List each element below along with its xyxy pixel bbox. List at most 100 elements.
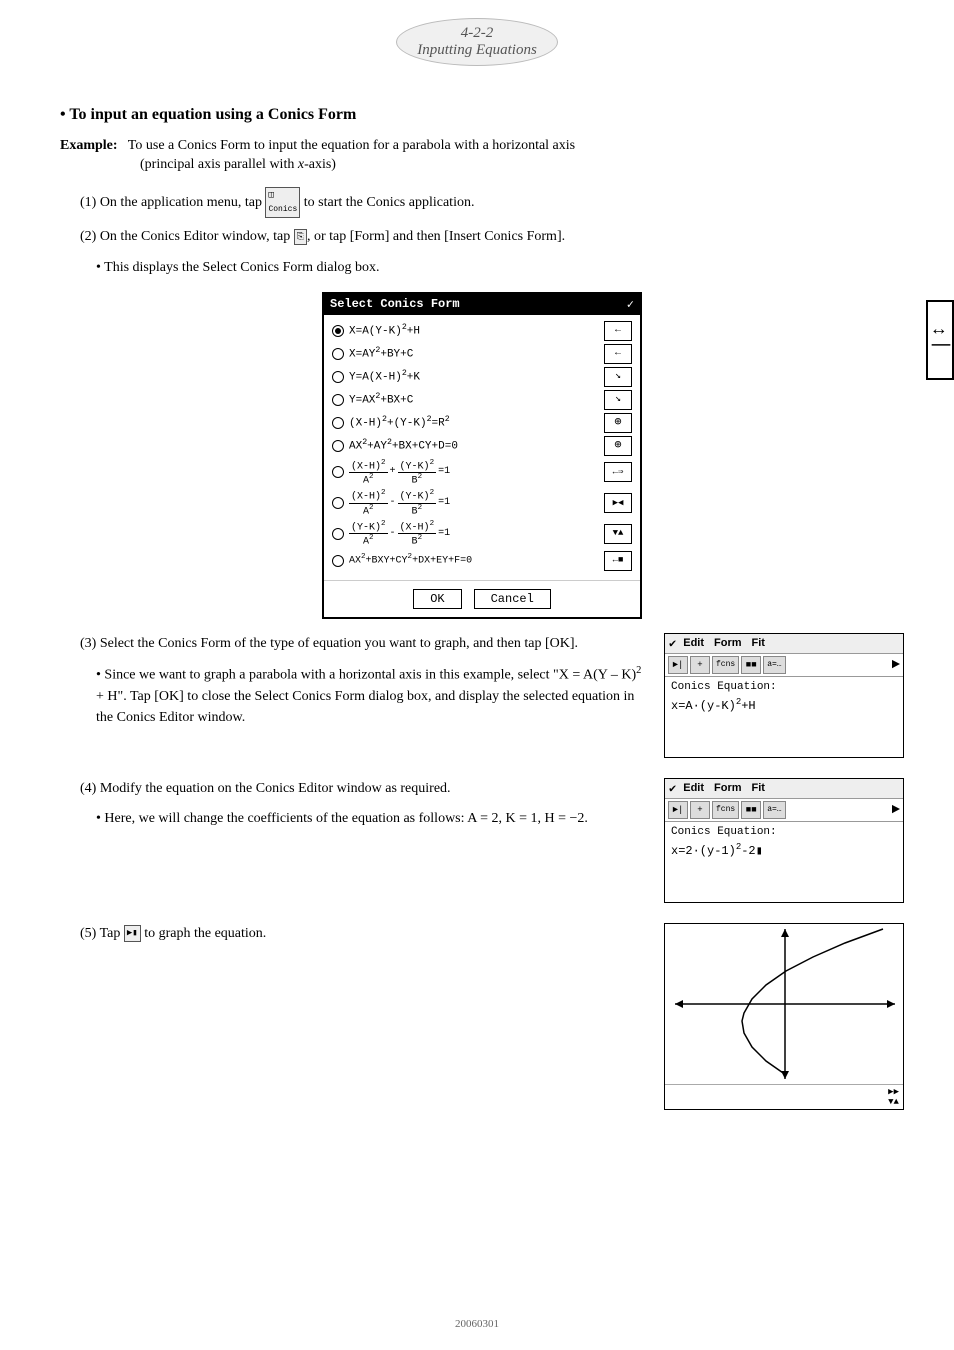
toolbar-btn-2b[interactable]: + [690,801,710,819]
step-5: (5) Tap ▶▮ to graph the equation. [80,923,644,945]
step-2b: • This displays the Select Conics Form d… [96,257,904,278]
dialog-row-8: (X-H)2A2 - (Y-K)2B2 =1 ▶◀ [332,489,632,517]
dialog-ok-button[interactable]: OK [413,589,461,609]
toolbar-btn-1b[interactable]: + [690,656,710,674]
dialog-row-2: X=AY2+BY+C ← [332,344,632,364]
graph-icon: ▶▮ [124,925,141,941]
editor-eq-1: x=A·(y-K)2+H [671,697,897,713]
example-block: Example: To use a Conics Form to input t… [60,138,904,175]
radio-2[interactable] [332,348,344,360]
main-content: • To input an equation using a Conics Fo… [0,76,954,1150]
step-3-row: (3) Select the Conics Form of the type o… [60,633,904,758]
toolbar-btn-2a[interactable]: ►| [668,801,688,819]
menu-edit-2[interactable]: Edit [680,782,707,794]
menu-edit-1[interactable]: Edit [680,637,707,649]
right-tab: ↕｜ [926,300,954,380]
radio-10[interactable] [332,555,344,567]
btn-7[interactable]: ←⇒ [604,462,632,482]
toolbar-btn-2c[interactable]: fcns [712,801,739,819]
toolbar-btn-1e[interactable]: a=… [763,656,785,674]
eq-1: X=A(Y-K)2+H [349,322,600,340]
btn-3[interactable]: ↘ [604,367,632,387]
editor-menubar-1: ✔ Edit Form Fit [665,634,903,654]
btn-9[interactable]: ▼▲ [604,524,632,544]
toolbar-btn-1d[interactable]: ■■ [741,656,761,674]
dialog-row-9: (Y-K)2A2 - (X-H)2B2 =1 ▼▲ [332,520,632,548]
editor-toolbar-1: ►| + fcns ■■ a=… ► [665,654,903,677]
menu-form-2[interactable]: Form [711,782,745,794]
toolbar-btn-2d[interactable]: ■■ [741,801,761,819]
toolbar-btn-1a[interactable]: ►| [668,656,688,674]
btn-8[interactable]: ▶◀ [604,493,632,513]
editor-body-2: Conics Equation: x=2·(y-1)2-2▮ [665,822,903,902]
toolbar-arrow-2: ► [892,802,900,818]
eq-6: AX2+AY2+BX+CY+D=0 [349,437,600,455]
page-subtitle: Inputting Equations [417,42,537,59]
graph-area [665,924,903,1084]
dialog-title: Select Conics Form [330,297,460,311]
step-4-row: (4) Modify the equation on the Conics Ed… [60,778,904,903]
eq-3: Y=A(X-H)2+K [349,368,600,386]
section-heading: • To input an equation using a Conics Fo… [60,106,904,124]
graph-footer: ▶▶▼▲ [665,1084,903,1109]
radio-7[interactable] [332,466,344,478]
editor-window-2: ✔ Edit Form Fit ►| + fcns ■■ a=… ► Conic… [664,778,904,903]
eq-7: (X-H)2A2 + (Y-K)2B2 =1 [349,459,600,487]
radio-4[interactable] [332,394,344,406]
editor-eq-2: x=2·(y-1)2-2▮ [671,842,897,858]
example-indent: (principal axis parallel with x-axis) [140,154,904,175]
page-container: ↕｜ 4-2-2 Inputting Equations • To input … [0,0,954,1350]
graph-svg [665,924,903,1084]
radio-5[interactable] [332,417,344,429]
conics-app-icon: ◫Conics [265,187,300,218]
step-5-row: (5) Tap ▶▮ to graph the equation. [60,923,904,1110]
graph-window: ▶▶▼▲ [664,923,904,1110]
step-1: (1) On the application menu, tap ◫Conics… [80,187,904,218]
header-circle: 4-2-2 Inputting Equations [396,18,558,66]
editor-menubar-2: ✔ Edit Form Fit [665,779,903,799]
toolbar-arrow-1: ► [892,657,900,673]
example-text: To use a Conics Form to input the equati… [121,138,575,153]
step-4b: • Here, we will change the coefficients … [96,808,644,829]
radio-9[interactable] [332,528,344,540]
menu-form-1[interactable]: Form [711,637,745,649]
eq-8: (X-H)2A2 - (Y-K)2B2 =1 [349,489,600,517]
menu-fit-2[interactable]: Fit [749,782,768,794]
eq-9: (Y-K)2A2 - (X-H)2B2 =1 [349,520,600,548]
step-3: (3) Select the Conics Form of the type o… [80,633,644,655]
btn-6[interactable]: ⊕ [604,436,632,456]
radio-8[interactable] [332,497,344,509]
editor-label-2: Conics Equation: [671,826,897,838]
dialog-row-1: X=A(Y-K)2+H ← [332,321,632,341]
toolbar-btn-1c[interactable]: fcns [712,656,739,674]
dialog-row-6: AX2+AY2+BX+CY+D=0 ⊕ [332,436,632,456]
editor-label-1: Conics Equation: [671,681,897,693]
page-footer: 20060301 [0,1318,954,1340]
editor-toolbar-2: ►| + fcns ■■ a=… ► [665,799,903,822]
step-3-text: (3) Select the Conics Form of the type o… [60,633,644,736]
dialog-cancel-button[interactable]: Cancel [474,589,551,609]
editor-body-1: Conics Equation: x=A·(y-K)2+H [665,677,903,757]
eq-5: (X-H)2+(Y-K)2=R2 [349,414,600,432]
insert-conics-icon: ⎘ [294,229,307,245]
dialog-close-icon[interactable]: ✓ [627,297,634,312]
radio-1[interactable] [332,325,344,337]
radio-6[interactable] [332,440,344,452]
menu-fit-1[interactable]: Fit [749,637,768,649]
btn-5[interactable]: ⊕ [604,413,632,433]
step-3b: • Since we want to graph a parabola with… [96,663,644,728]
toolbar-btn-2e[interactable]: a=… [763,801,785,819]
dialog-title-bar: Select Conics Form ✓ [324,294,640,315]
radio-3[interactable] [332,371,344,383]
eq-10: AX2+BXY+CY2+DX+EY+F=0 [349,552,600,568]
step-4: (4) Modify the equation on the Conics Ed… [80,778,644,800]
editor-window-1: ✔ Edit Form Fit ►| + fcns ■■ a=… ► Conic… [664,633,904,758]
dialog-footer: OK Cancel [324,580,640,617]
btn-2[interactable]: ← [604,344,632,364]
footer-code: 20060301 [455,1318,499,1330]
btn-1[interactable]: ← [604,321,632,341]
btn-10[interactable]: ←■ [604,551,632,571]
step-2: (2) On the Conics Editor window, tap ⎘, … [80,226,904,248]
dialog-row-3: Y=A(X-H)2+K ↘ [332,367,632,387]
btn-4[interactable]: ↘ [604,390,632,410]
